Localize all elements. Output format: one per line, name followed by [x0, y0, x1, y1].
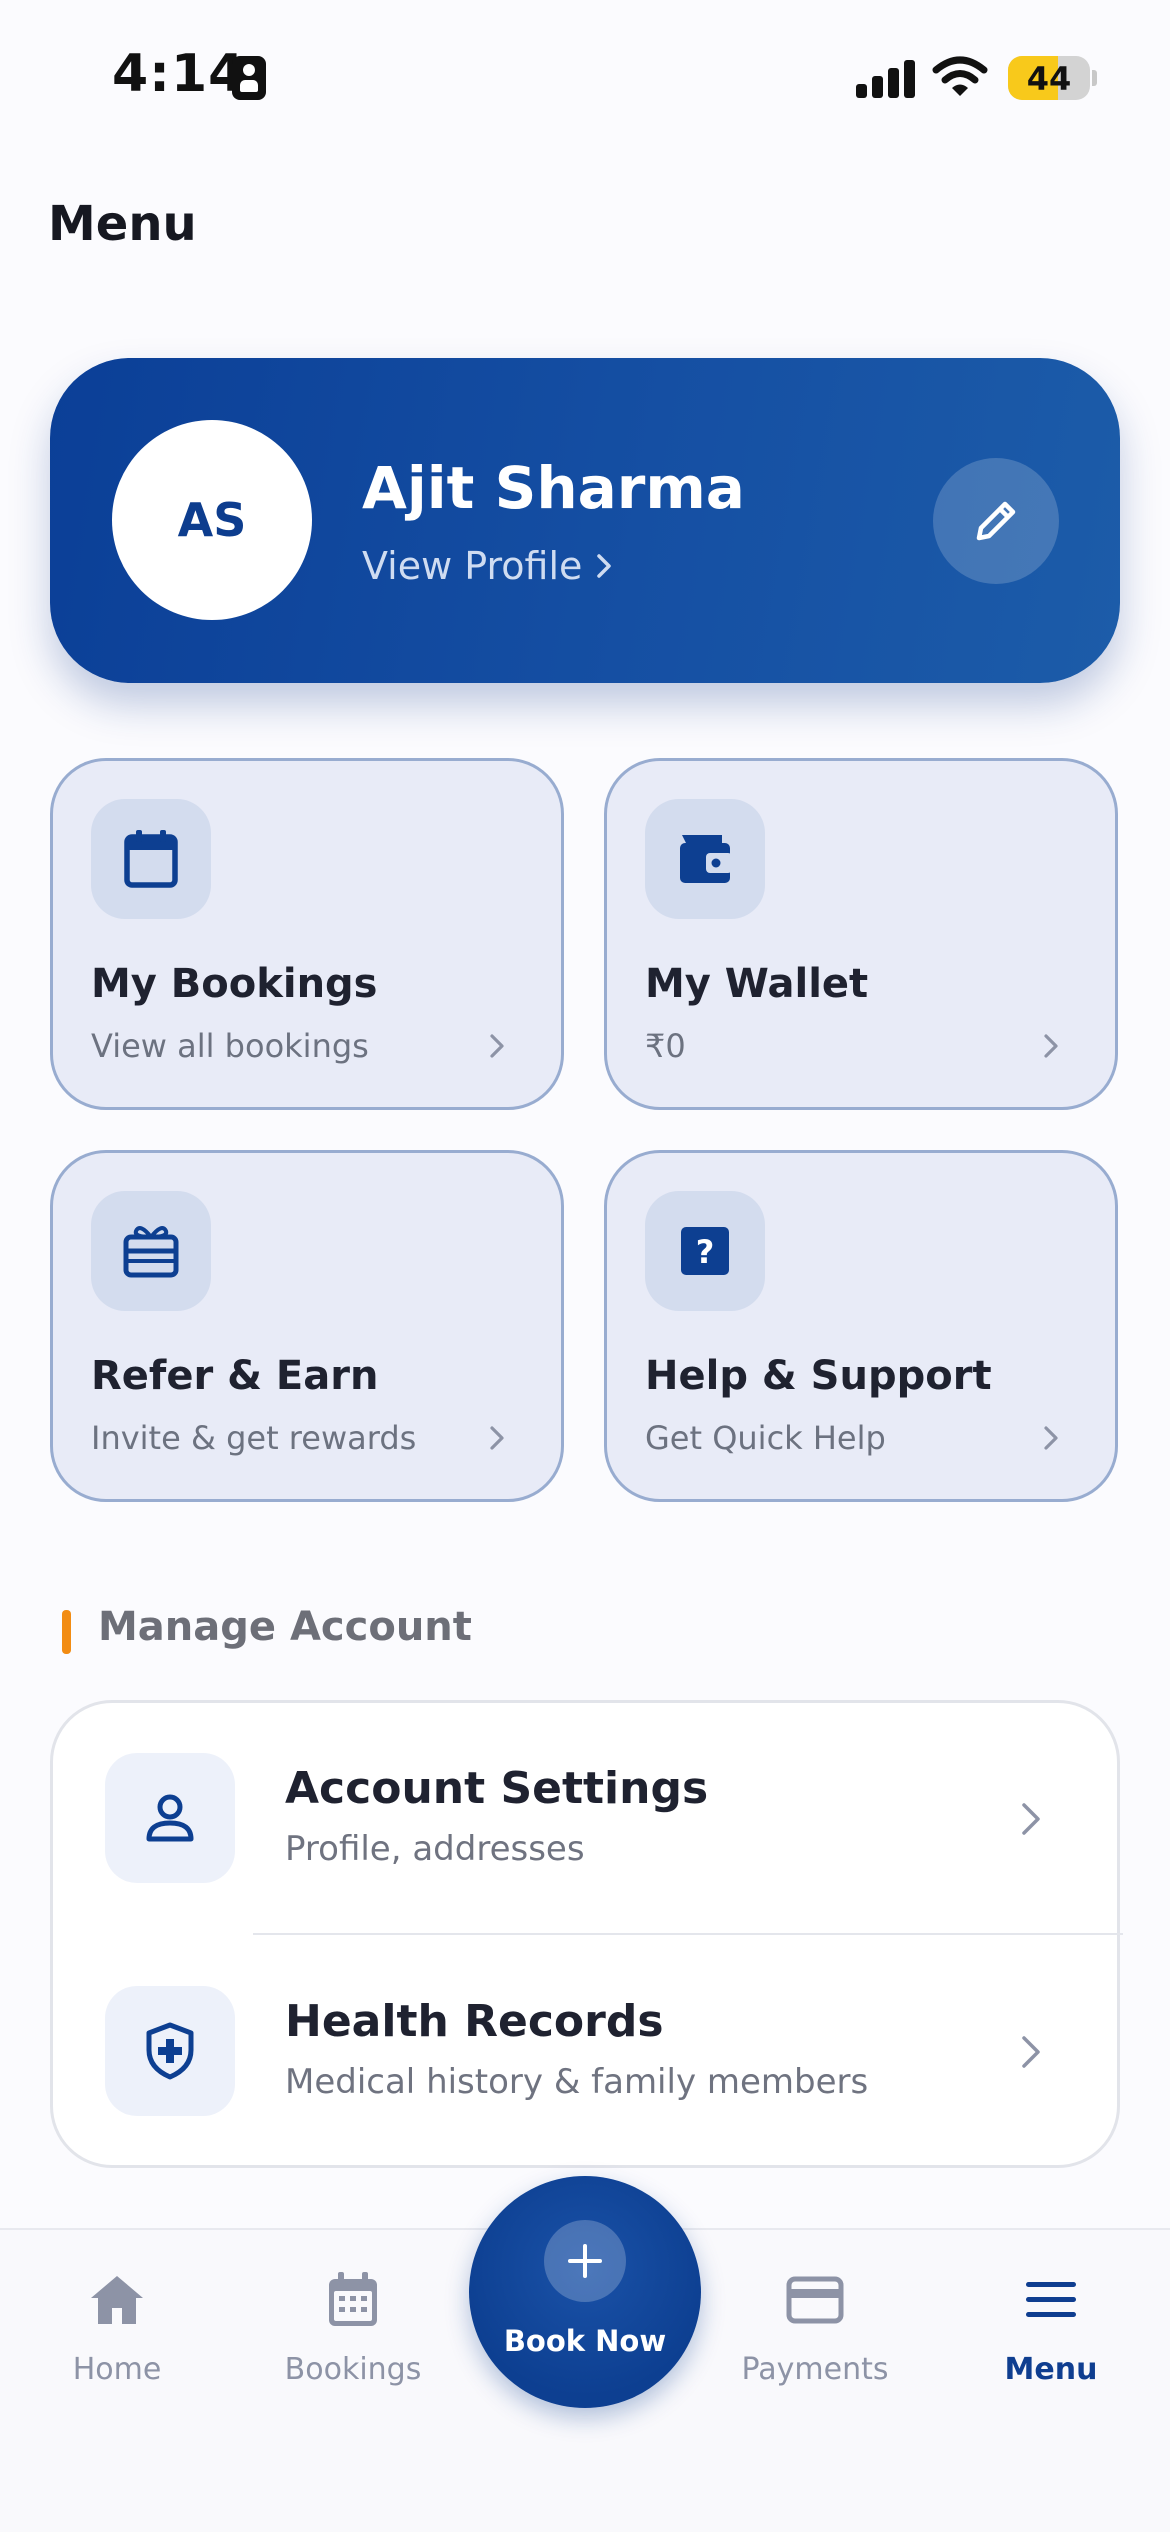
tile-title: My Bookings [91, 961, 378, 1007]
row-title: Account Settings [285, 1763, 709, 1814]
menu-icon [1026, 2282, 1076, 2317]
tile-icon-box: ? [645, 1191, 765, 1311]
row-subtitle: Profile, addresses [285, 1829, 585, 1869]
tile-title: My Wallet [645, 961, 869, 1007]
tile-my-bookings[interactable]: My Bookings View all bookings [50, 758, 564, 1110]
row-icon-box [105, 1753, 235, 1883]
section-title: Manage Account [98, 1604, 472, 1650]
home-icon [91, 2276, 143, 2324]
wallet-icon [680, 835, 732, 883]
chevron-right-icon [490, 1426, 504, 1450]
nav-item-payments[interactable]: Payments [715, 2270, 915, 2410]
calendar-icon [329, 2272, 377, 2326]
battery-nub [1092, 70, 1097, 86]
tile-icon-box [91, 1191, 211, 1311]
tile-my-wallet[interactable]: My Wallet ₹0 [604, 758, 1118, 1110]
book-now-label: Book Now [503, 2324, 667, 2358]
help-icon: ? [681, 1227, 729, 1275]
battery-indicator: 44 [1008, 56, 1090, 100]
chevron-right-icon [1044, 1426, 1058, 1450]
tile-title: Refer & Earn [91, 1353, 379, 1399]
tile-subtitle: Invite & get rewards [91, 1419, 417, 1457]
manage-account-list: Account Settings Profile, addresses Heal… [50, 1700, 1123, 2168]
nav-item-bookings[interactable]: Bookings [253, 2270, 453, 2410]
chevron-right-icon [1022, 2036, 1040, 2068]
tile-help-support[interactable]: ? Help & Support Get Quick Help [604, 1150, 1118, 1502]
calendar-icon [124, 830, 178, 888]
row-subtitle: Medical history & family members [285, 2062, 869, 2102]
chevron-right-icon [597, 554, 612, 578]
wifi-icon [932, 56, 988, 96]
tile-refer-earn[interactable]: Refer & Earn Invite & get rewards [50, 1150, 564, 1502]
view-profile-link[interactable]: View Profile [362, 544, 612, 588]
nav-label: Menu [1004, 2352, 1098, 2387]
profile-card[interactable]: AS Ajit Sharma View Profile [50, 358, 1120, 683]
tile-subtitle: View all bookings [91, 1027, 369, 1065]
id-badge-icon [232, 56, 266, 100]
chevron-right-icon [1022, 1803, 1040, 1835]
profile-name: Ajit Sharma [362, 454, 745, 522]
tile-title: Help & Support [645, 1353, 992, 1399]
wallet-balance: ₹0 [645, 1027, 686, 1065]
list-item-account-settings[interactable]: Account Settings Profile, addresses [53, 1703, 1123, 1935]
credit-card-icon [786, 2276, 844, 2324]
user-icon [146, 1794, 194, 1842]
nav-label: Home [72, 2352, 162, 2387]
chevron-right-icon [1044, 1034, 1058, 1058]
row-icon-box [105, 1986, 235, 2116]
view-profile-label: View Profile [362, 544, 583, 588]
cellular-signal-icon [856, 60, 916, 98]
chevron-right-icon [490, 1034, 504, 1058]
page-title: Menu [48, 196, 197, 252]
row-title: Health Records [285, 1996, 664, 2047]
book-now-button[interactable]: Book Now [469, 2176, 701, 2408]
tile-icon-box [645, 799, 765, 919]
list-item-health-records[interactable]: Health Records Medical history & family … [53, 1936, 1123, 2168]
tile-subtitle: Get Quick Help [645, 1419, 886, 1457]
edit-profile-button[interactable] [933, 458, 1059, 584]
nav-item-home[interactable]: Home [17, 2270, 217, 2410]
divider [253, 1933, 1123, 1935]
nav-label: Payments [741, 2352, 889, 2387]
pencil-icon [976, 501, 1016, 541]
section-accent-bar [62, 1610, 71, 1654]
svg-text:?: ? [696, 1233, 715, 1271]
tile-icon-box [91, 799, 211, 919]
gift-card-icon [123, 1226, 179, 1278]
shield-plus-icon [146, 2022, 194, 2080]
battery-level: 44 [1026, 60, 1072, 98]
plus-icon [544, 2220, 626, 2302]
avatar: AS [112, 420, 312, 620]
nav-item-menu[interactable]: Menu [951, 2270, 1151, 2410]
status-time: 4:14 [112, 44, 246, 104]
nav-label: Bookings [284, 2352, 422, 2387]
